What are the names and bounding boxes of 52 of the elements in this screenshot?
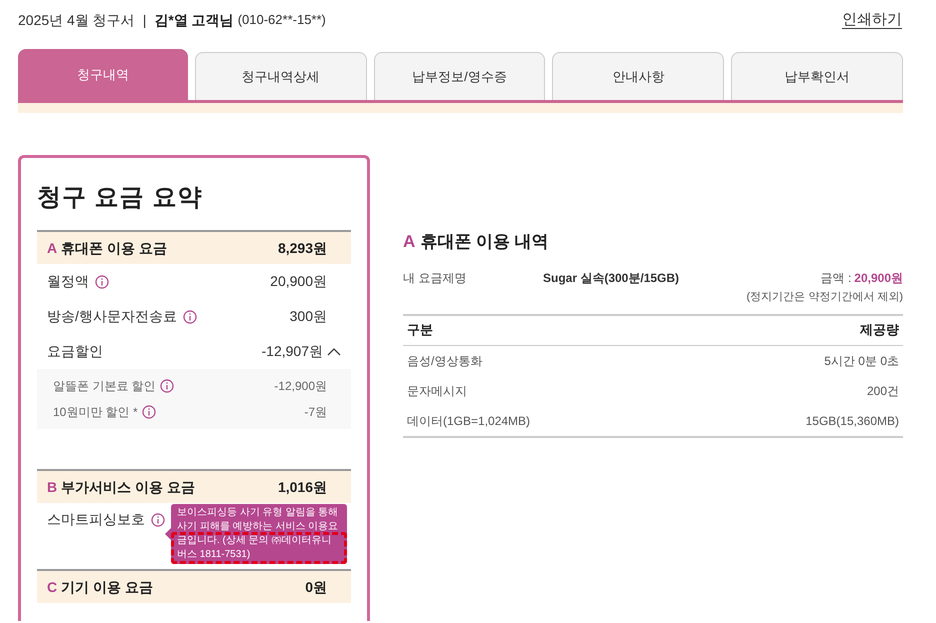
item-amount: 20,900원 <box>270 272 327 291</box>
table-cell-text: 15GB(15,360MB) <box>806 412 899 430</box>
separator: | <box>142 10 146 30</box>
column-header: 구분 <box>407 321 434 340</box>
plan-label: 내 요금제명 <box>403 270 468 286</box>
customer-name: 김*열 고객님 <box>154 10 234 30</box>
phone-number: (010-62**-15**) <box>238 11 326 30</box>
section-amount: 0원 <box>305 578 327 596</box>
tab[interactable]: 안내사항 <box>552 52 724 100</box>
item-amount: -7원 <box>304 404 327 421</box>
bill-period: 2025년 4월 청구서 <box>18 10 135 30</box>
table-cell-text: 5시간 0분 0초 <box>824 352 899 370</box>
info-icon[interactable] <box>182 310 197 324</box>
section-title: 휴대폰 이용 요금 <box>61 238 167 258</box>
price-amount: 20,900원 <box>854 270 903 286</box>
info-icon[interactable] <box>160 379 174 393</box>
item-label: 요금할인 <box>47 342 103 361</box>
item-label: 스마트피싱보호 <box>47 510 145 529</box>
section-letter: A <box>403 231 416 253</box>
tab[interactable]: 청구내역 <box>18 49 188 100</box>
card-title: 청구 요금 요약 <box>37 183 204 213</box>
item-amount: -12,900원 <box>274 378 327 395</box>
tab[interactable]: 납부확인서 <box>731 52 903 100</box>
section-title: 기기 이용 요금 <box>61 578 153 596</box>
tooltip-pointer <box>165 528 171 540</box>
section-amount: 1,016원 <box>278 478 327 496</box>
item-label: 10원미만 할인 * <box>53 404 138 421</box>
item-amount: -12,907원 <box>262 342 323 361</box>
table-cell-text: 음성/영상통화 <box>407 352 484 370</box>
info-icon[interactable] <box>95 274 109 288</box>
tab[interactable]: 납부정보/영수증 <box>374 52 546 100</box>
info-icon[interactable] <box>151 512 165 526</box>
section-letter: B <box>47 478 58 496</box>
item-label: 알뜰폰 기본료 할인 <box>53 378 156 395</box>
section-letter: C <box>47 578 58 596</box>
print-link[interactable]: 인쇄하기 <box>842 8 902 32</box>
column-header: 제공량 <box>860 321 899 340</box>
table-cell-text: 문자메시지 <box>407 382 468 400</box>
table-cell-text: 200건 <box>866 382 899 400</box>
section-title: 휴대폰 이용 내역 <box>420 231 549 253</box>
price-label: 금액 : <box>820 270 852 286</box>
plan-name: Sugar 실속(300분/15GB) <box>543 270 680 286</box>
tab[interactable]: 청구내역상세 <box>194 52 367 100</box>
section-amount: 8,293원 <box>278 238 327 258</box>
item-amount: 300원 <box>290 307 327 326</box>
info-icon[interactable] <box>142 405 156 419</box>
section-title: 부가서비스 이용 요금 <box>61 478 195 496</box>
table-cell-text: 데이터(1GB=1,024MB) <box>407 412 532 430</box>
item-label: 방송/행사문자전송료 <box>47 307 177 326</box>
section-letter: A <box>47 238 58 258</box>
item-label: 월정액 <box>47 272 89 291</box>
note-text: (정지기간은 약정기간에서 제외) <box>746 290 903 304</box>
